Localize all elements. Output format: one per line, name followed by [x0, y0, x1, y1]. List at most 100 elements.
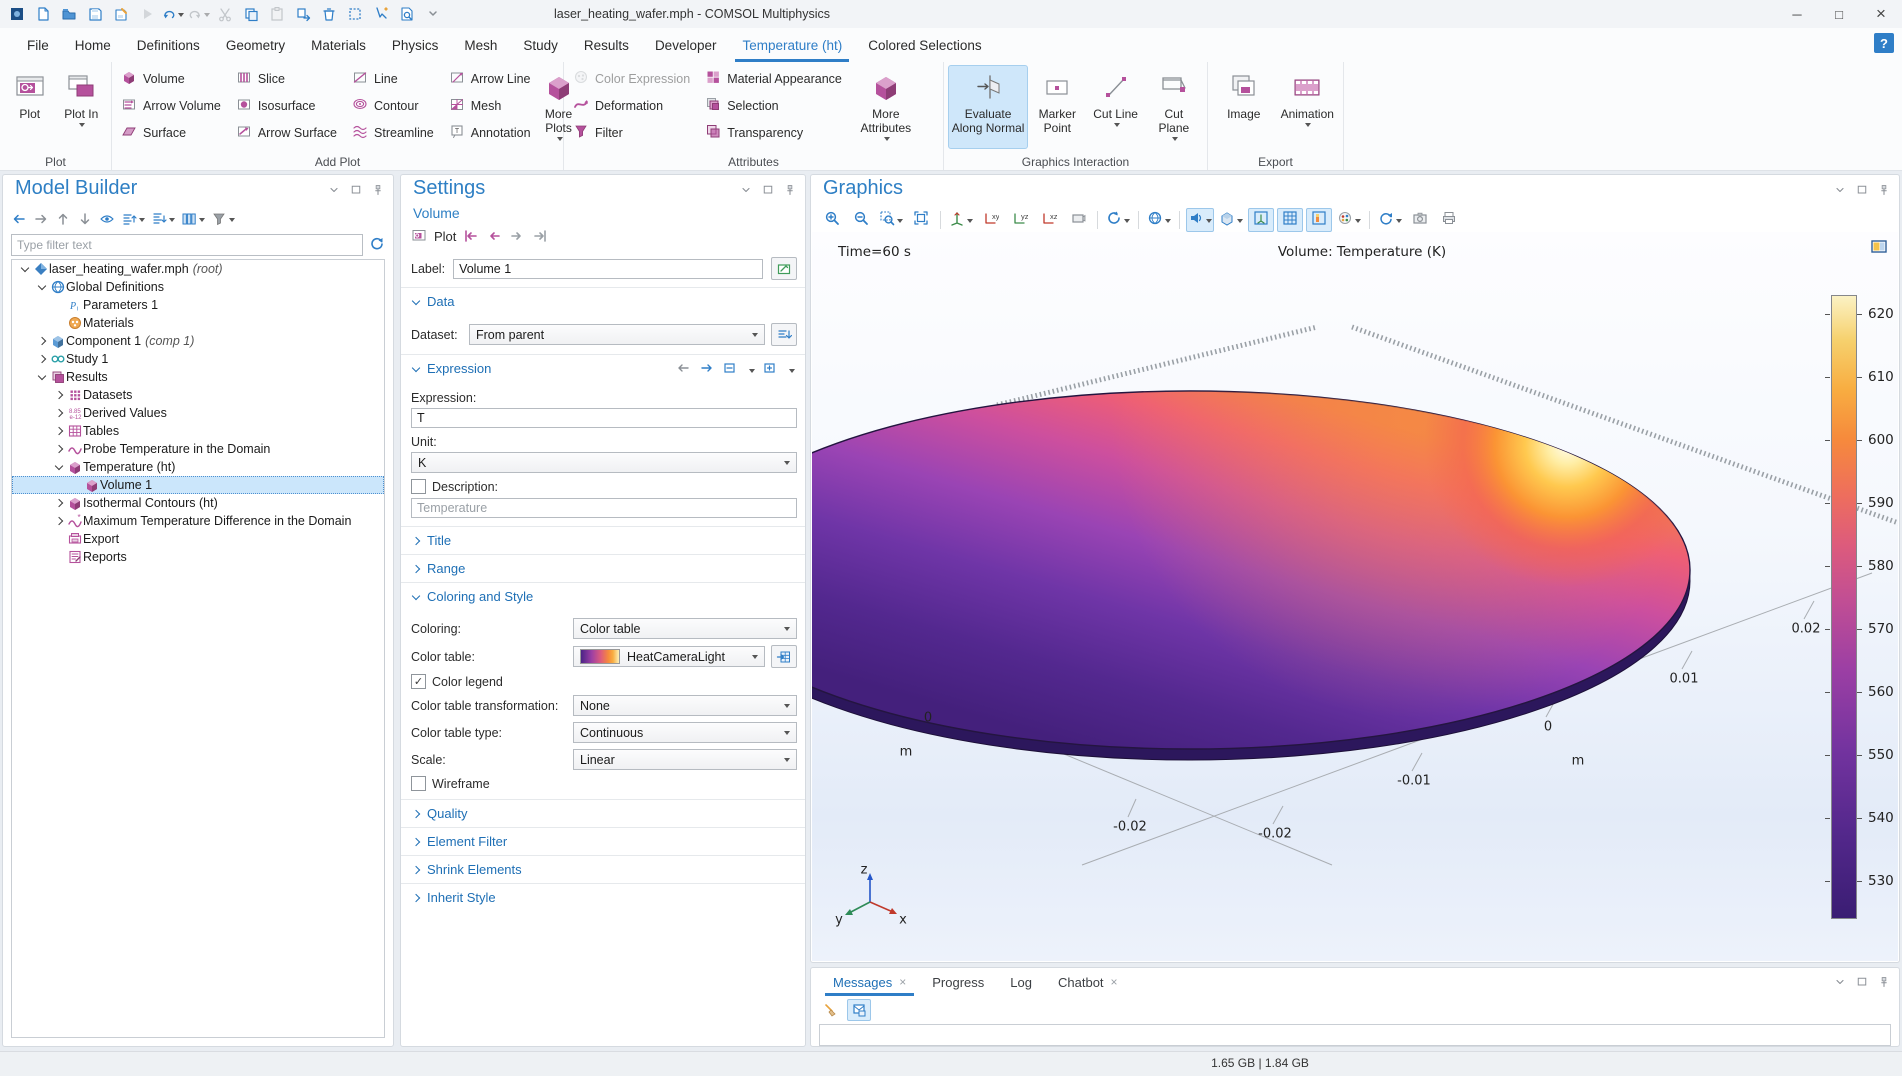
tree-node-volume-1[interactable]: Volume 1 [12, 476, 384, 494]
slice-button[interactable]: Slice [231, 65, 347, 92]
contour-button[interactable]: Contour [347, 92, 444, 119]
nav-back-icon[interactable] [11, 211, 27, 227]
help-button[interactable]: ? [1874, 33, 1894, 53]
minimize-button[interactable]: ─ [1776, 0, 1818, 28]
plot-next-button[interactable] [509, 228, 525, 246]
scene-cube-button[interactable] [1217, 208, 1245, 232]
tree-node-component-1[interactable]: Component 1(comp 1) [12, 332, 384, 350]
tab-messages[interactable]: Messages× [821, 968, 918, 996]
menu-icon[interactable] [327, 183, 341, 197]
tree-node-datasets[interactable]: Datasets [12, 386, 384, 404]
tab-results[interactable]: Results [571, 28, 642, 62]
scale-select[interactable]: Linear [573, 749, 797, 770]
rotate-button[interactable] [1104, 208, 1132, 232]
tree-chevron[interactable] [52, 518, 66, 524]
wireframe-checkbox[interactable] [411, 776, 426, 791]
plot-button[interactable]: Plot [4, 65, 56, 149]
volume-button[interactable]: Volume [116, 65, 231, 92]
plot-in-button[interactable]: Plot In [56, 65, 108, 149]
expression-field[interactable]: T [411, 408, 797, 428]
menu-icon[interactable] [1833, 183, 1847, 197]
zoom-in-button[interactable] [819, 208, 845, 232]
save-icon[interactable] [84, 4, 106, 24]
show-eye-icon[interactable] [99, 211, 115, 227]
image-button[interactable]: Image [1212, 65, 1276, 149]
node-filter-icon[interactable] [211, 211, 235, 227]
transparency-button[interactable]: Transparency [700, 119, 852, 146]
tree-chevron[interactable] [52, 446, 66, 452]
tree-chevron[interactable] [52, 392, 66, 398]
expand-all-icon[interactable] [151, 211, 175, 227]
color-table-transformation-select[interactable]: None [573, 695, 797, 716]
section-header-coloring[interactable]: Coloring and Style [401, 582, 805, 610]
tab-study[interactable]: Study [510, 28, 571, 62]
tab-log[interactable]: Log [998, 968, 1044, 996]
import-table-button[interactable] [771, 645, 797, 668]
float-icon[interactable] [761, 183, 775, 197]
node-columns-icon[interactable] [181, 211, 205, 227]
legend-toggle-button[interactable] [1306, 208, 1332, 232]
overflow-icon[interactable] [422, 4, 444, 24]
section-header-data[interactable]: Data [401, 287, 805, 315]
rename-button[interactable] [771, 257, 797, 280]
tab-definitions[interactable]: Definitions [124, 28, 213, 62]
axes-toggle-button[interactable] [1248, 208, 1274, 232]
tab-colored-selections[interactable]: Colored Selections [855, 28, 994, 62]
tree-node-derived-values[interactable]: 8.85e-12Derived Values [12, 404, 384, 422]
tab-progress[interactable]: Progress [920, 968, 996, 996]
tree-node-parameters-1[interactable]: PiParameters 1 [12, 296, 384, 314]
deformation-button[interactable]: Deformation [568, 92, 700, 119]
undo-icon[interactable] [162, 4, 184, 24]
cut-plane-button[interactable]: Cut Plane [1145, 65, 1203, 149]
open-email-button[interactable] [847, 999, 871, 1021]
open-icon[interactable] [58, 4, 80, 24]
arrow-surface-button[interactable]: Arrow Surface [231, 119, 347, 146]
orthographic-button[interactable] [1065, 208, 1091, 232]
section-header-quality[interactable]: Quality [401, 799, 805, 827]
snapshot-button[interactable] [1407, 208, 1433, 232]
new-file-icon[interactable] [32, 4, 54, 24]
arrow-line-button[interactable]: Arrow Line [444, 65, 541, 92]
next-expression-icon[interactable] [699, 360, 715, 381]
tree-chevron[interactable] [18, 267, 32, 271]
section-header-shrink-elements[interactable]: Shrink Elements [401, 855, 805, 883]
view-xz-button[interactable]: xz [1036, 208, 1062, 232]
paste-icon[interactable] [266, 4, 288, 24]
mesh-button[interactable]: Mesh [444, 92, 541, 119]
tree-node-maximum-temperature-difference-in-the-domain[interactable]: *Maximum Temperature Difference in the D… [12, 512, 384, 530]
tree-node-export[interactable]: Export [12, 530, 384, 548]
section-header-element-filter[interactable]: Element Filter [401, 827, 805, 855]
tree-node-laser-heating-wafer-mph[interactable]: laser_heating_wafer.mph(root) [12, 260, 384, 278]
collapse-all-icon[interactable] [121, 211, 145, 227]
filter-button[interactable]: Filter [568, 119, 700, 146]
cut-line-button[interactable]: Cut Line [1086, 65, 1144, 149]
cut-icon[interactable] [214, 4, 236, 24]
tab-chatbot[interactable]: Chatbot× [1046, 968, 1130, 996]
more-attributes-button[interactable]: More Attributes [852, 65, 920, 149]
view-yz-button[interactable]: yz [1007, 208, 1033, 232]
plot-area[interactable]: Time=60 s Volume: Temperature (K) [812, 232, 1898, 961]
streamline-button[interactable]: Streamline [347, 119, 444, 146]
close-button[interactable]: × [1860, 0, 1902, 28]
annotation-button[interactable]: TAnnotation [444, 119, 541, 146]
tree-node-global-definitions[interactable]: Global Definitions [12, 278, 384, 296]
tree-filter-input[interactable]: Type filter text [11, 234, 363, 256]
isosurface-button[interactable]: Isosurface [231, 92, 347, 119]
move-down-icon[interactable] [77, 211, 93, 227]
update-button[interactable] [1376, 208, 1404, 232]
surface-button[interactable]: Surface [116, 119, 231, 146]
tree-node-materials[interactable]: Materials [12, 314, 384, 332]
marker-point-button[interactable]: Marker Point [1028, 65, 1086, 149]
selection-button[interactable]: Selection [700, 92, 852, 119]
tab-developer[interactable]: Developer [642, 28, 730, 62]
environment-button[interactable] [1145, 208, 1173, 232]
color-legend-checkbox[interactable]: ✓ [411, 674, 426, 689]
section-header-title[interactable]: Title [401, 526, 805, 554]
plot-first-button[interactable] [463, 228, 479, 246]
redo-icon[interactable] [188, 4, 210, 24]
go-to-view-button[interactable] [947, 208, 975, 232]
tree-chevron[interactable] [35, 356, 49, 362]
float-icon[interactable] [349, 183, 363, 197]
section-header-inherit-style[interactable]: Inherit Style [401, 883, 805, 911]
tree-node-results[interactable]: Results [12, 368, 384, 386]
